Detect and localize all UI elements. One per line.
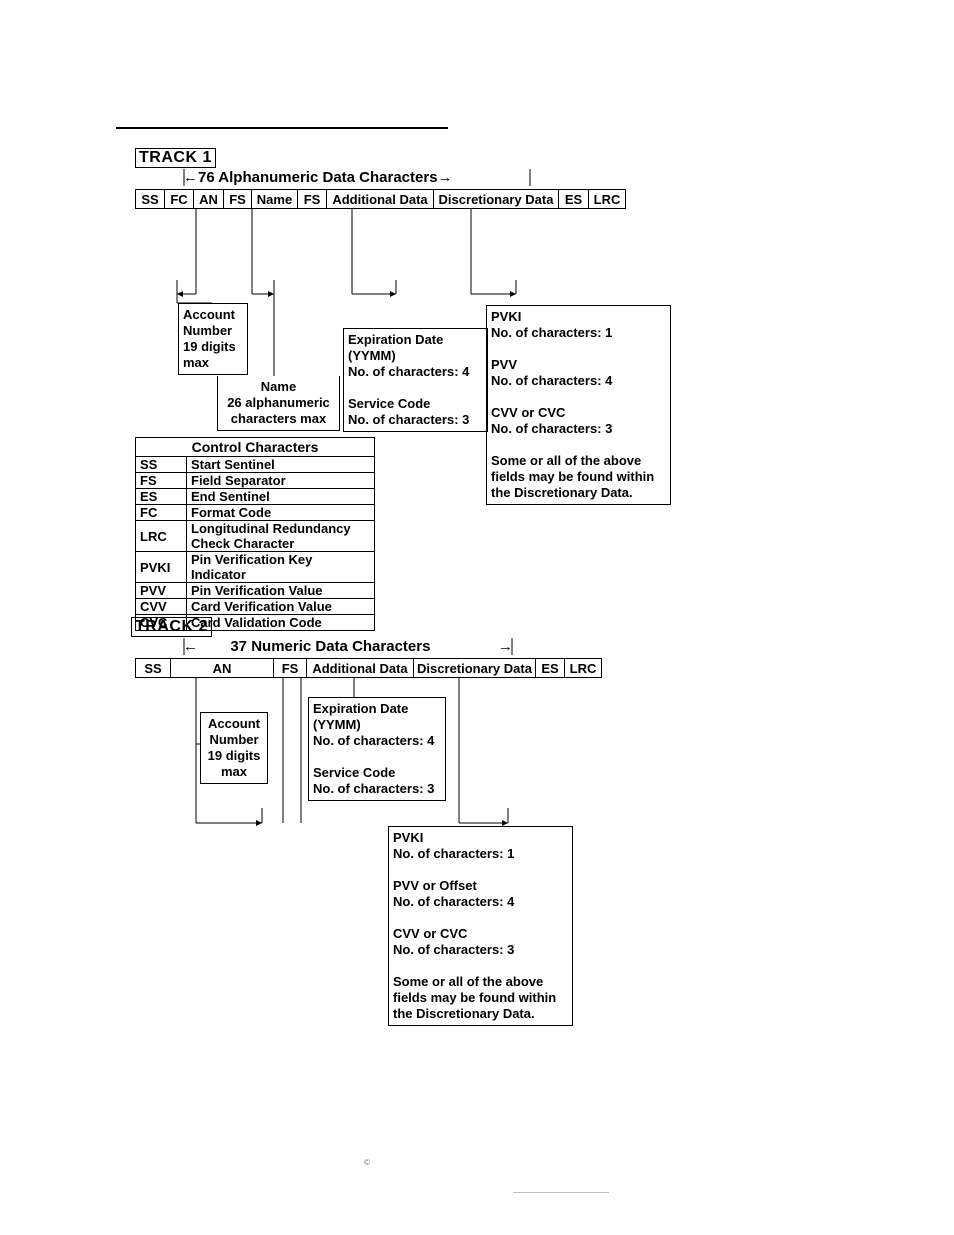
t1-lrc: LRC [589, 189, 626, 209]
right-arrow-icon: → [438, 169, 453, 186]
t2-lrc: LRC [565, 658, 602, 678]
t1-name: Name [252, 189, 298, 209]
ctrl-code: SS [136, 457, 187, 473]
t2-add: Additional Data [307, 658, 414, 678]
ctrl-code: LRC [136, 521, 187, 552]
t1-fs1: FS [224, 189, 252, 209]
ctrl-code: CVV [136, 599, 187, 615]
t1-an: AN [194, 189, 224, 209]
ctrl-desc: Pin Verification Key Indicator [187, 552, 375, 583]
track2-field-row: SS AN FS Additional Data Discretionary D… [135, 658, 602, 678]
t1-fs2: FS [298, 189, 327, 209]
t1-add: Additional Data [327, 189, 434, 209]
right-arrow-icon: → [498, 638, 513, 655]
t2-additional-box: Expiration Date (YYMM) No. of characters… [308, 697, 446, 801]
ctrl-desc: End Sentinel [187, 489, 375, 505]
ctrl-desc: Pin Verification Value [187, 583, 375, 599]
t2-es: ES [536, 658, 565, 678]
ctrl-desc: Longitudinal Redundancy Check Character [187, 521, 375, 552]
left-arrow-icon: ← [183, 169, 198, 186]
t1-fc: FC [165, 189, 194, 209]
header-rule [116, 127, 448, 129]
t2-account-box: Account Number 19 digits max [200, 712, 268, 784]
ctrl-desc: Card Verification Value [187, 599, 375, 615]
ctrl-code: PVKI [136, 552, 187, 583]
track1-subtitle: ←76 Alphanumeric Data Characters→ [183, 169, 453, 186]
track1-field-row: SS FC AN FS Name FS Additional Data Disc… [135, 189, 626, 209]
ctrl-desc: Format Code [187, 505, 375, 521]
t1-additional-box: Expiration Date (YYMM) No. of characters… [343, 328, 488, 432]
copyright: © [364, 1158, 370, 1167]
t2-ss: SS [135, 658, 171, 678]
t1-name-box: Name 26 alphanumeric characters max [217, 376, 340, 431]
t1-account-box: Account Number 19 digits max [178, 303, 248, 375]
t1-ss: SS [135, 189, 165, 209]
t2-disc-box: PVKI No. of characters: 1 PVV or Offset … [388, 826, 573, 1026]
t2-disc: Discretionary Data [414, 658, 536, 678]
t1-es: ES [559, 189, 589, 209]
t1-disc: Discretionary Data [434, 189, 559, 209]
page: TRACK 1 ←76 Alphanumeric Data Characters… [0, 0, 954, 1235]
ctrl-code: FC [136, 505, 187, 521]
ctrl-desc: Field Separator [187, 473, 375, 489]
ctrl-code: ES [136, 489, 187, 505]
track1-label: TRACK 1 [135, 148, 216, 168]
ctrl-code: FS [136, 473, 187, 489]
t2-fs: FS [274, 658, 307, 678]
ctrl-desc: Start Sentinel [187, 457, 375, 473]
ctrl-desc: Card Validation Code [187, 615, 375, 631]
track2-subtitle: ← 37 Numeric Data Characters → [183, 638, 513, 655]
ctrl-title: Control Characters [136, 438, 375, 457]
t1-disc-box: PVKI No. of characters: 1 PVV No. of cha… [486, 305, 671, 505]
track2-label: TRACK 2 [131, 617, 212, 637]
ctrl-code: PVV [136, 583, 187, 599]
control-characters-table: Control Characters SSStart Sentinel FSFi… [135, 437, 375, 631]
t2-an: AN [171, 658, 274, 678]
footer-rule [513, 1192, 609, 1193]
left-arrow-icon: ← [183, 638, 198, 655]
